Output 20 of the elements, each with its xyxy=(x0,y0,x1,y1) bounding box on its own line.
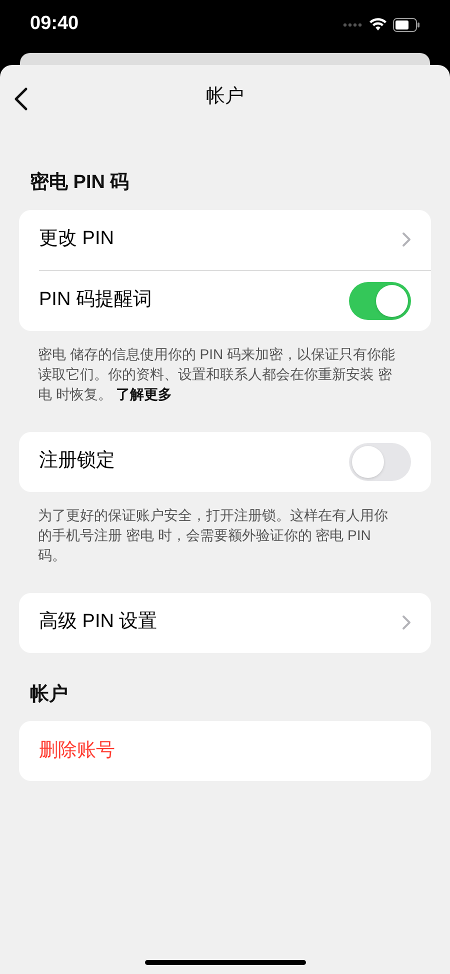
battery-icon xyxy=(393,18,420,32)
row-label: 注册锁定 xyxy=(39,449,115,474)
signal-dots-icon xyxy=(343,22,363,26)
section-footer: 为了更好的保证账户安全，打开注册锁。这样在有人用你的手机号注册 密电 时，会需要额外验证你的 密电 PIN 码。 xyxy=(19,492,431,564)
learn-more-link[interactable]: 了解更多 xyxy=(116,386,172,402)
settings-row[interactable]: 更改 PIN xyxy=(19,210,431,270)
back-icon xyxy=(14,87,28,111)
chevron-right-icon xyxy=(402,232,411,247)
settings-row[interactable]: 高级 PIN 设置 xyxy=(19,592,431,652)
row-label: PIN 码提醒词 xyxy=(39,288,152,312)
section-footer: 密电 储存的信息使用你的 PIN 码来加密，以保证只有你能读取它们。你的资料、设置和联系人都会在你重新安装 密电 时恢复。 了解更多 xyxy=(19,330,431,404)
delete-account-button[interactable]: 删除账号 xyxy=(19,721,431,781)
chevron-right-icon xyxy=(402,615,411,630)
page-title: 帐户 xyxy=(206,84,244,109)
toggle-switch[interactable] xyxy=(349,442,411,480)
wifi-icon xyxy=(369,18,387,31)
status-time: 09:40 xyxy=(30,12,79,36)
toggle-switch[interactable] xyxy=(349,282,411,320)
section-header: 密电 PIN 码 xyxy=(29,170,130,195)
section-header: 帐户 xyxy=(29,682,69,706)
